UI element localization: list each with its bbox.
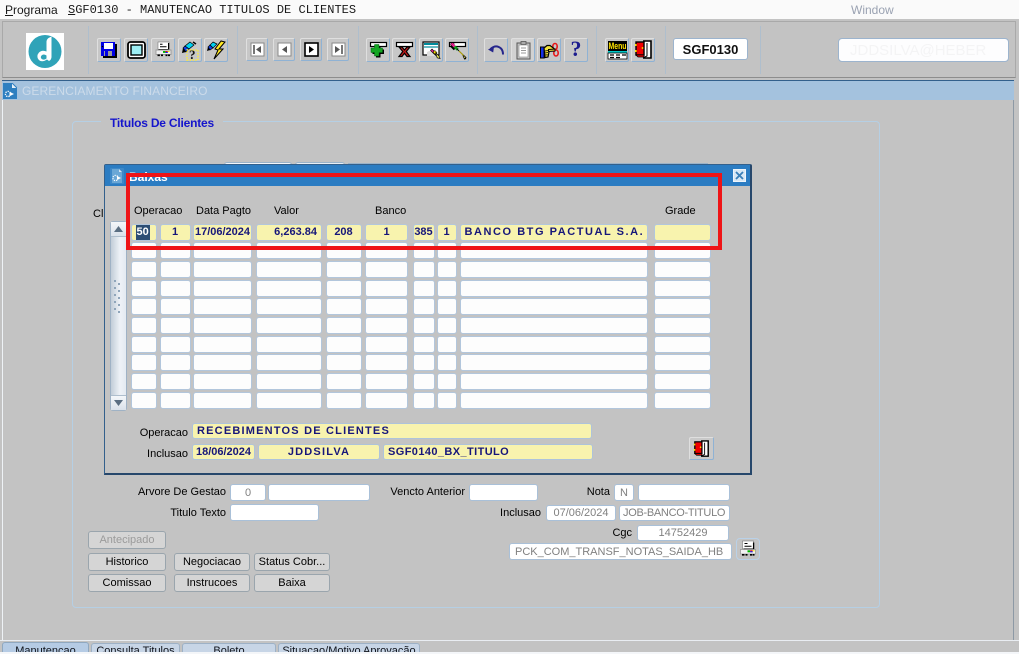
svg-text:Menu: Menu	[608, 41, 626, 51]
svg-text:?: ?	[189, 47, 196, 61]
